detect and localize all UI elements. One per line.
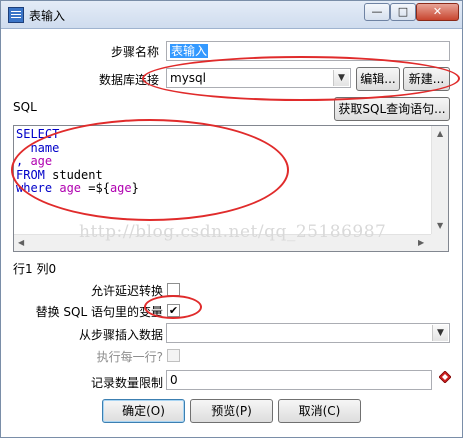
ok-button[interactable]: 确定(O) [102, 399, 185, 423]
insert-from-step-select[interactable]: ▼ [166, 323, 450, 343]
table-input-dialog: 表输入 — □ ✕ 步骤名称 表输入 数据库连接 mysql ▼ 编辑... 新… [0, 0, 463, 438]
sql-token: student [44, 167, 103, 182]
scroll-up-icon[interactable]: ▲ [437, 129, 443, 139]
preview-button[interactable]: 预览(P) [190, 399, 273, 423]
sql-line[interactable]: where age =${age} [16, 181, 430, 196]
variable-diamond-icon[interactable] [439, 371, 451, 383]
sql-line[interactable]: , age [16, 154, 430, 169]
cursor-position: 行1 列0 [13, 262, 57, 276]
step-name-value: 表输入 [170, 44, 209, 58]
limit-input[interactable]: 0 [166, 370, 432, 390]
insert-from-step-label: 从步骤插入数据 [78, 328, 163, 342]
lazy-conversion-label: 允许延迟转换 [90, 284, 163, 298]
step-name-input[interactable]: 表输入 [166, 41, 450, 61]
edit-connection-button[interactable]: 编辑... [356, 67, 400, 91]
get-sql-query-button[interactable]: 获取SQL查询语句... [334, 97, 450, 121]
maximize-button[interactable]: □ [390, 3, 416, 21]
replace-variables-checkbox[interactable]: ✔ [167, 304, 180, 317]
step-name-label: 步骤名称 [110, 45, 159, 59]
scroll-left-icon[interactable]: ◀ [18, 238, 24, 248]
sql-line[interactable]: SELECT [16, 127, 430, 142]
table-input-icon [8, 7, 24, 23]
chevron-down-icon[interactable]: ▼ [432, 325, 448, 341]
vertical-scrollbar[interactable]: ▲ ▼ [431, 126, 448, 234]
sql-token: age [109, 181, 132, 195]
db-connection-value: mysql [170, 71, 206, 85]
window-title: 表输入 [29, 9, 66, 23]
sql-token: SELECT [16, 127, 60, 141]
sql-token: name [16, 140, 60, 155]
title-bar[interactable]: 表输入 — □ ✕ [1, 1, 462, 29]
limit-label: 记录数量限制 [90, 376, 163, 390]
sql-token: } [131, 181, 139, 195]
sql-token: =${ [81, 181, 110, 195]
replace-variables-label: 替换 SQL 语句里的变量 [35, 305, 163, 319]
watermark: http://blog.csdn.net/qq_25186987 [79, 222, 387, 242]
new-connection-button[interactable]: 新建... [403, 67, 450, 91]
sql-label: SQL [13, 100, 37, 114]
sql-line[interactable]: FROM student [16, 167, 430, 183]
sql-token: age [30, 154, 53, 168]
close-button[interactable]: ✕ [416, 3, 459, 21]
db-connection-label: 数据库连接 [98, 73, 159, 87]
db-connection-select[interactable]: mysql ▼ [166, 68, 351, 88]
cancel-button[interactable]: 取消(C) [278, 399, 361, 423]
chevron-down-icon[interactable]: ▼ [333, 70, 349, 86]
sql-token: age [59, 181, 82, 195]
execute-each-row-checkbox [167, 349, 180, 362]
sql-token: FROM [16, 167, 45, 182]
limit-value: 0 [170, 373, 178, 387]
sql-token: where [16, 181, 53, 195]
execute-each-row-label: 执行每一行? [96, 350, 163, 364]
lazy-conversion-checkbox[interactable] [167, 283, 180, 296]
sql-code[interactable]: SELECT name, age FROM student where age =$… [16, 127, 430, 196]
minimize-button[interactable]: — [364, 3, 390, 21]
sql-token: , [16, 154, 31, 168]
scroll-down-icon[interactable]: ▼ [437, 221, 443, 231]
sql-line[interactable]: name [16, 140, 430, 156]
scroll-right-icon[interactable]: ▶ [418, 238, 424, 248]
scrollbar-corner [431, 234, 448, 251]
